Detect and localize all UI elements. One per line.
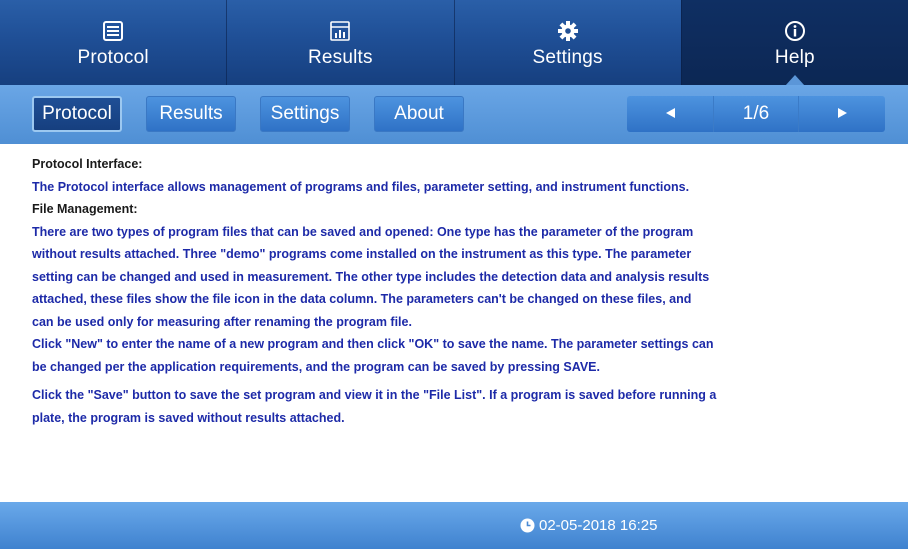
gear-icon: [556, 19, 580, 43]
tab-results[interactable]: Results: [226, 0, 453, 85]
section-heading: File Management:: [32, 202, 138, 216]
text-line: plate, the program is saved without resu…: [32, 410, 345, 425]
paragraph: The Protocol interface allows management…: [32, 179, 690, 194]
text-line: setting can be changed and used in measu…: [32, 269, 710, 284]
sub-navigation: Protocol Results Settings About 1/6: [0, 85, 908, 144]
tab-protocol-label: Protocol: [77, 46, 149, 68]
info-icon: [783, 19, 807, 43]
text-line: Click "New" to enter the name of a new p…: [32, 337, 714, 351]
previous-page-button[interactable]: [627, 96, 713, 132]
help-settings-button[interactable]: Settings: [260, 96, 350, 132]
text-line: without results attached. Three "demo" p…: [32, 247, 692, 261]
tab-help-label: Help: [774, 46, 815, 68]
text-line: Click the "Save" button to save the set …: [32, 388, 717, 402]
tab-help[interactable]: Help: [680, 0, 908, 86]
help-content: Protocol Interface: The Protocol interfa…: [32, 153, 882, 429]
datetime-text: 02-05-2018 16:25: [539, 517, 658, 534]
text-line: attached, these files show the file icon…: [32, 292, 692, 306]
text-line: There are two types of program files tha…: [32, 224, 694, 239]
section-heading: Protocol Interface:: [32, 157, 143, 171]
clock-icon: [520, 518, 535, 533]
triangle-left-icon: [665, 107, 675, 121]
tab-settings[interactable]: Settings: [453, 0, 681, 85]
page-navigator: 1/6: [627, 96, 885, 132]
page-indicator: 1/6: [713, 96, 799, 132]
tab-protocol[interactable]: Protocol: [0, 0, 226, 85]
bar-chart-icon: [328, 19, 352, 43]
tab-settings-label: Settings: [532, 46, 603, 68]
help-protocol-button[interactable]: Protocol: [32, 96, 122, 132]
text-line: be changed per the application requireme…: [32, 359, 600, 374]
help-about-button[interactable]: About: [374, 96, 464, 132]
tab-results-label: Results: [307, 46, 373, 68]
help-results-button[interactable]: Results: [146, 96, 236, 132]
next-page-button[interactable]: [799, 96, 885, 132]
triangle-right-icon: [837, 107, 847, 121]
text-line: can be used only for measuring after ren…: [32, 314, 412, 329]
top-navigation: Protocol Results Settings Help: [0, 0, 908, 86]
datetime-display: 02-05-2018 16:25: [520, 502, 657, 549]
monitor-icon: [101, 19, 125, 43]
status-bar: 02-05-2018 16:25: [0, 502, 908, 549]
